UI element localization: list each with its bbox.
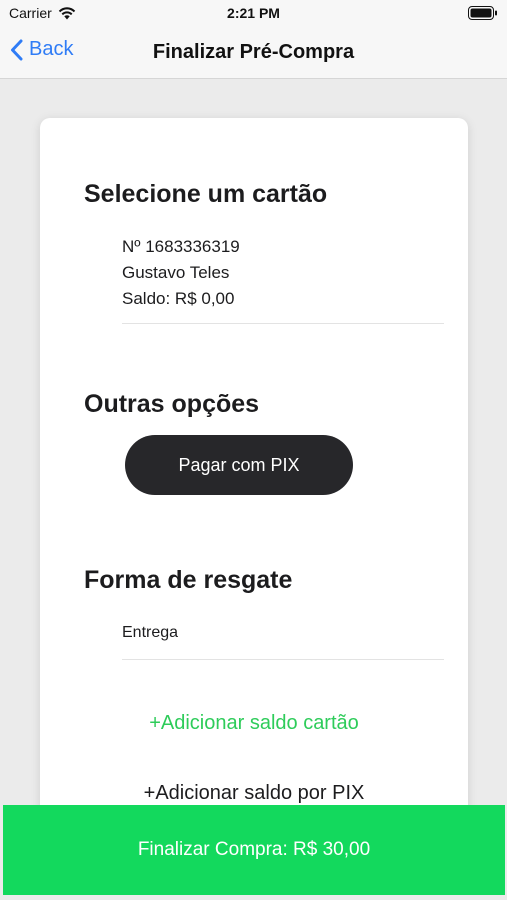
redeem-divider xyxy=(122,659,444,660)
card-divider xyxy=(122,323,444,324)
card-holder: Gustavo Teles xyxy=(122,263,230,282)
select-card-heading: Selecione um cartão xyxy=(84,180,328,208)
add-pix-balance-link[interactable]: +Adicionar saldo por PIX xyxy=(40,782,468,805)
status-time: 2:21 PM xyxy=(227,5,280,21)
card-number: Nº 1683336319 xyxy=(122,237,240,256)
other-options-heading: Outras opções xyxy=(84,390,260,418)
redeem-method-heading: Forma de resgate xyxy=(84,566,293,594)
finalize-purchase-button[interactable]: Finalizar Compra: R$ 30,00 xyxy=(3,805,505,895)
battery-icon xyxy=(468,6,497,20)
status-bar: Carrier 2:21 PM xyxy=(0,0,507,26)
checkout-card: Selecione um cartão Nº 1683336319 Gustav… xyxy=(40,118,468,878)
navigation-bar: Back Finalizar Pré-Compra xyxy=(0,26,507,79)
add-card-balance-link[interactable]: +Adicionar saldo cartão xyxy=(40,712,468,735)
card-balance: Saldo: R$ 0,00 xyxy=(122,289,235,308)
pay-with-pix-button[interactable]: Pagar com PIX xyxy=(125,435,353,495)
redeem-option-delivery[interactable]: Entrega xyxy=(122,624,178,642)
page-title: Finalizar Pré-Compra xyxy=(152,41,355,63)
